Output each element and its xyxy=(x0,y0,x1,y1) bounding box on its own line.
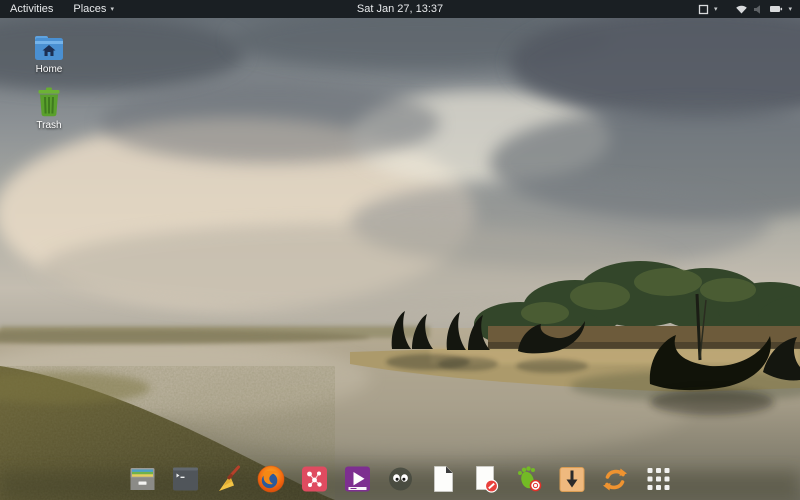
window-indicator-menu[interactable]: ▾ xyxy=(698,4,718,15)
places-menu[interactable]: Places ▾ xyxy=(73,3,114,15)
desktop-icon-label: Home xyxy=(35,64,63,75)
terminal-icon[interactable] xyxy=(170,463,201,495)
sync-updater-icon[interactable] xyxy=(600,463,631,495)
activities-label: Activities xyxy=(10,3,54,15)
chevron-down-icon: ▾ xyxy=(788,5,792,13)
chevron-down-icon: ▾ xyxy=(713,5,718,13)
battery-icon xyxy=(770,6,783,12)
wifi-icon xyxy=(736,5,748,13)
broom-cleaner-icon[interactable] xyxy=(213,463,244,495)
window-indicator-icon xyxy=(698,4,709,14)
desktop-icon-home[interactable]: Home xyxy=(17,33,81,75)
gnome-foot-recorder-icon[interactable] xyxy=(514,463,545,495)
googly-eyes-app-icon[interactable] xyxy=(385,463,416,495)
video-player-icon[interactable] xyxy=(342,463,373,495)
system-status-menu[interactable]: ▾ xyxy=(735,4,792,15)
clock[interactable]: Sat Jan 27, 13:37 xyxy=(357,3,443,15)
app-grid-icon[interactable] xyxy=(643,463,674,495)
desktop-icon-trash[interactable]: Trash xyxy=(17,85,81,131)
file-manager-icon[interactable] xyxy=(127,463,158,495)
activities-button[interactable]: Activities xyxy=(10,3,53,15)
red-molecule-app-icon[interactable] xyxy=(299,463,330,495)
firefox-icon[interactable] xyxy=(256,463,287,495)
wallpaper-image xyxy=(0,18,800,500)
download-manager-icon[interactable] xyxy=(557,463,588,495)
top-bar: Activities Places ▾ Sat Jan 27, 13:37 ▾ xyxy=(0,0,800,18)
dock xyxy=(127,463,674,495)
chevron-down-icon: ▾ xyxy=(110,5,114,13)
desktop-icon-label: Trash xyxy=(36,120,62,131)
document-app-icon[interactable] xyxy=(428,463,459,495)
places-label: Places xyxy=(73,3,107,15)
document-blocked-app-icon[interactable] xyxy=(471,463,502,495)
home-folder-icon xyxy=(35,36,63,60)
trash-icon xyxy=(38,87,60,117)
volume-icon xyxy=(754,4,761,14)
